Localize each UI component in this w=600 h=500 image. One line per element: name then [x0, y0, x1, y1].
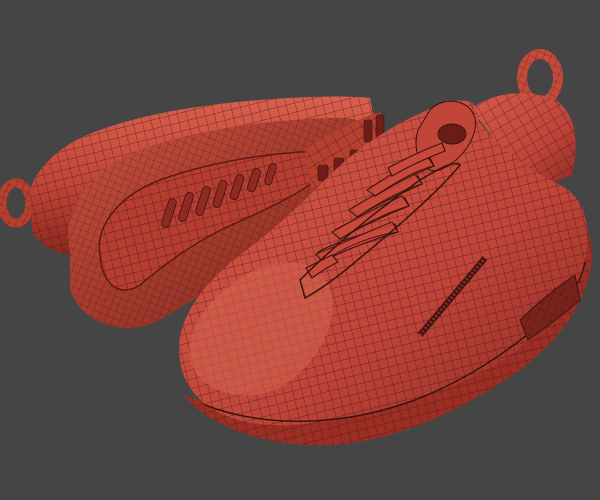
3d-viewport[interactable]: [0, 0, 600, 500]
heel-loop-left: [0, 178, 35, 228]
tongue-pull-hole: [437, 123, 467, 145]
sneaker-render: [0, 49, 592, 446]
